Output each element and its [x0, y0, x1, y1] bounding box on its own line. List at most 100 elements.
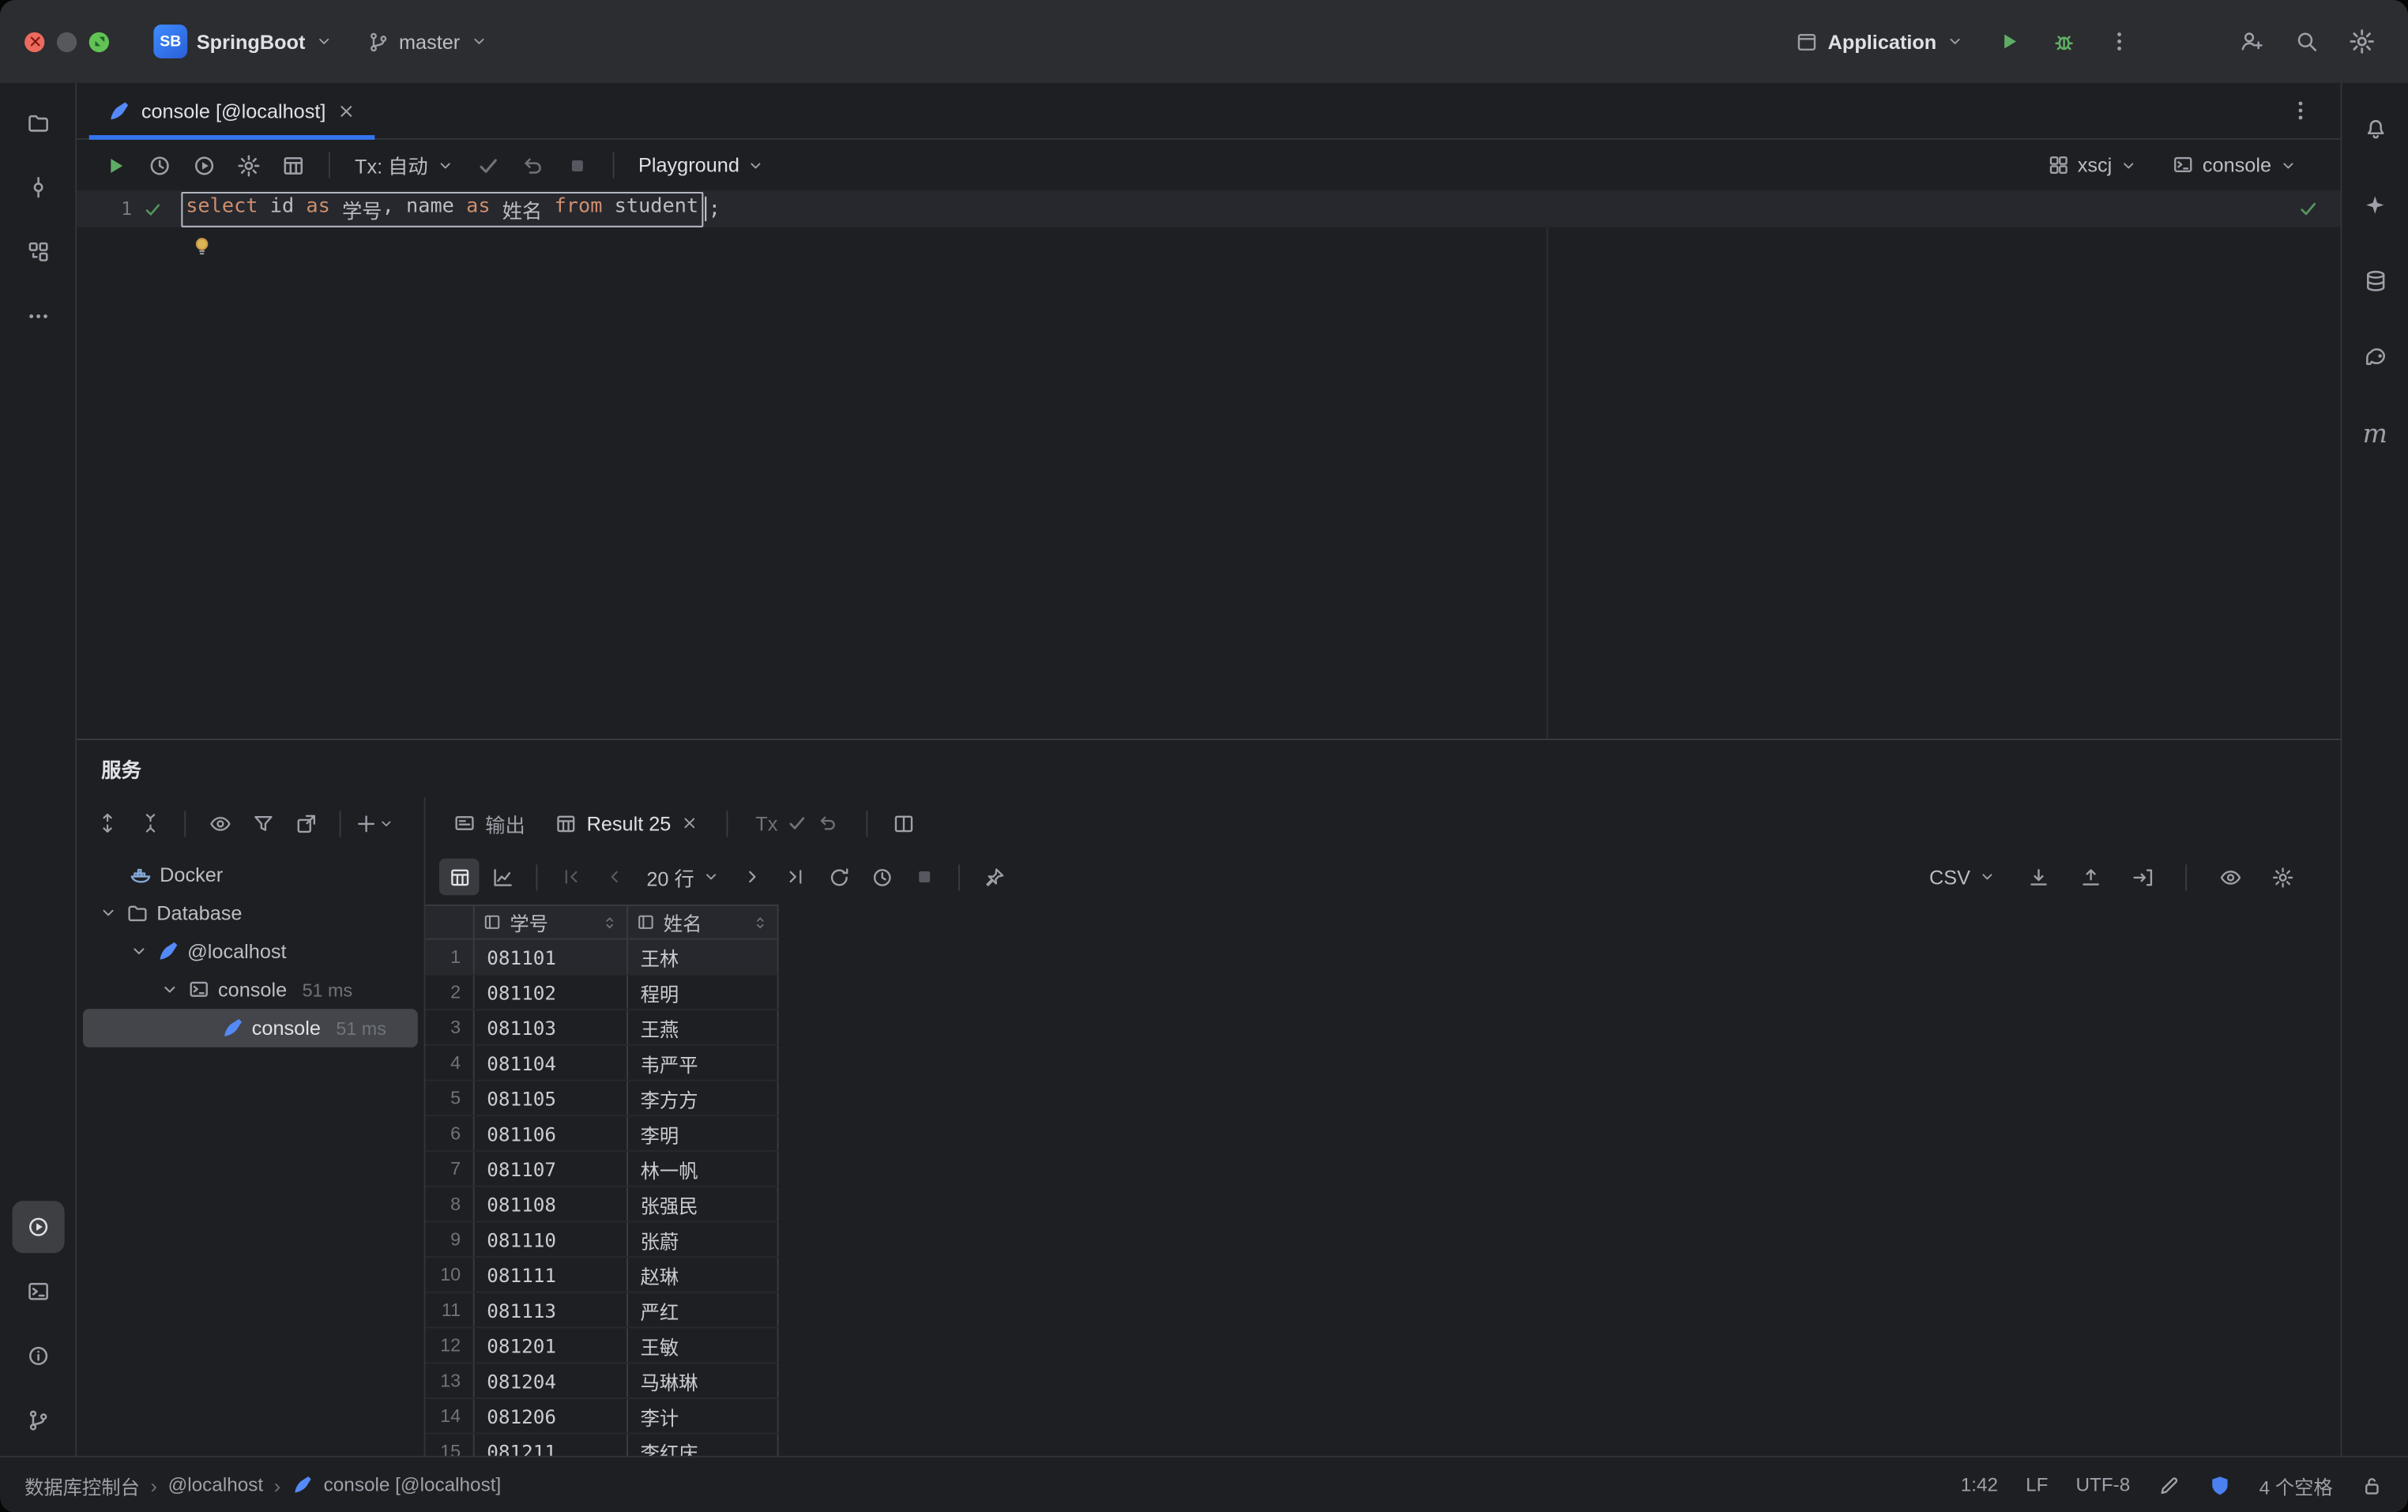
window-close-button[interactable] — [24, 32, 44, 51]
next-page-button[interactable] — [732, 859, 773, 896]
close-icon[interactable] — [337, 100, 356, 120]
problems-tool-button[interactable] — [12, 1330, 64, 1382]
session-selector[interactable]: console — [2162, 149, 2306, 182]
result-row[interactable]: 14081206李计 — [425, 1399, 778, 1435]
sort-icon[interactable] — [751, 913, 769, 931]
services-panel-header[interactable]: 服务 — [77, 740, 2340, 797]
collapse-all-button[interactable] — [130, 805, 171, 842]
result-row[interactable]: 8081108张强民 — [425, 1187, 778, 1223]
tab-result[interactable]: Result 25 — [542, 806, 711, 841]
search-everywhere-button[interactable] — [2286, 20, 2328, 62]
project-selector[interactable]: SB SpringBoot — [143, 18, 344, 64]
debug-button[interactable] — [2042, 20, 2085, 62]
structure-tool-button[interactable] — [12, 226, 64, 278]
inspections-ok-icon[interactable] — [2297, 198, 2319, 220]
commit-tx-button[interactable] — [468, 147, 508, 184]
code-with-me-button[interactable] — [2230, 20, 2273, 62]
cell-student-name[interactable]: 王燕 — [628, 1010, 779, 1044]
first-page-button[interactable] — [551, 859, 592, 896]
code-line-1[interactable]: 1 select id as 学号, name as 姓名 from stude… — [77, 190, 2340, 228]
database-tool-button[interactable] — [2349, 255, 2401, 307]
caret-position-widget[interactable]: 1:42 — [1961, 1474, 1998, 1495]
stop-query-button[interactable] — [905, 859, 945, 896]
tree-item-console[interactable]: console51 ms — [83, 1009, 418, 1047]
protection-status-widget[interactable] — [2208, 1473, 2231, 1496]
grid-settings-button[interactable] — [2262, 859, 2302, 896]
cell-student-name[interactable]: 严红 — [628, 1293, 779, 1327]
close-icon[interactable] — [680, 814, 698, 832]
more-tools-button[interactable] — [12, 290, 64, 342]
maven-tool-button[interactable]: m — [2349, 408, 2401, 461]
auto-refresh-button[interactable] — [862, 859, 902, 896]
cell-student-name[interactable]: 王敏 — [628, 1328, 779, 1362]
cell-student-id[interactable]: 081104 — [475, 1046, 628, 1080]
commit-check-icon[interactable] — [787, 812, 808, 833]
project-tool-button[interactable] — [12, 96, 64, 149]
result-row[interactable]: 12081201王敏 — [425, 1328, 778, 1363]
breadcrumb-item[interactable]: 数据库控制台 — [24, 1470, 140, 1499]
pin-tab-button[interactable] — [974, 859, 1014, 896]
chevron-down-icon[interactable] — [98, 903, 118, 923]
tree-item-database[interactable]: Database — [83, 893, 418, 932]
cell-student-id[interactable]: 081101 — [475, 940, 628, 974]
tx-mode-selector[interactable]: Tx: 自动 — [345, 146, 463, 185]
open-in-new-tab-button[interactable] — [286, 805, 326, 842]
terminal-tool-button[interactable] — [12, 1266, 64, 1318]
stop-button[interactable] — [557, 147, 597, 184]
rollback-icon[interactable] — [818, 812, 839, 833]
playground-selector[interactable]: Playground — [629, 149, 774, 182]
tree-item-docker[interactable]: Docker — [83, 856, 418, 894]
result-row[interactable]: 1081101王林 — [425, 940, 778, 976]
branch-selector[interactable]: master — [356, 24, 499, 59]
cell-student-name[interactable]: 李方方 — [628, 1081, 779, 1115]
version-control-tool-button[interactable] — [12, 1394, 64, 1446]
cell-student-id[interactable]: 081204 — [475, 1363, 628, 1397]
execute-in-console-button[interactable] — [184, 147, 224, 184]
chevron-down-icon[interactable] — [160, 980, 179, 999]
run-button[interactable] — [1987, 20, 2030, 62]
column-header-student-id[interactable]: 学号 — [475, 906, 628, 938]
file-writable-widget[interactable] — [2361, 1473, 2384, 1496]
expand-all-button[interactable] — [88, 805, 128, 842]
split-layout-button[interactable] — [884, 805, 924, 842]
cell-student-name[interactable]: 王林 — [628, 940, 779, 974]
gradle-tool-button[interactable] — [2349, 332, 2401, 384]
grid-view-options-button[interactable] — [2210, 859, 2250, 896]
cell-student-name[interactable]: 李明 — [628, 1116, 779, 1150]
tree-item-console[interactable]: console51 ms — [83, 971, 418, 1010]
table-view-button[interactable] — [439, 859, 480, 896]
result-row[interactable]: 4081104韦严平 — [425, 1046, 778, 1081]
encoding-widget[interactable]: UTF-8 — [2075, 1474, 2130, 1495]
commit-tool-button[interactable] — [12, 161, 64, 213]
settings-button[interactable] — [2341, 20, 2384, 62]
tree-item-@localhost[interactable]: @localhost — [83, 932, 418, 971]
browse-data-button[interactable] — [273, 147, 314, 184]
editor-tab-options-button[interactable] — [2279, 89, 2322, 132]
sql-statement[interactable]: select id as 学号, name as 姓名 from student… — [181, 191, 721, 227]
filter-button[interactable] — [243, 805, 283, 842]
window-zoom-button[interactable] — [89, 32, 109, 51]
breadcrumb-item[interactable]: @localhost — [168, 1474, 264, 1495]
add-service-button[interactable] — [355, 805, 395, 842]
rollback-tx-button[interactable] — [513, 147, 553, 184]
cell-student-name[interactable]: 马琳琳 — [628, 1363, 779, 1397]
cell-student-name[interactable]: 赵琳 — [628, 1258, 779, 1292]
sql-editor[interactable]: 1 select id as 学号, name as 姓名 from stude… — [77, 190, 2340, 739]
result-row[interactable]: 13081204马琳琳 — [425, 1363, 778, 1399]
page-size-selector[interactable]: 20 行 — [638, 858, 730, 897]
previous-page-button[interactable] — [594, 859, 634, 896]
more-actions-button[interactable] — [2098, 20, 2140, 62]
result-row[interactable]: 9081110张蔚 — [425, 1222, 778, 1258]
result-row[interactable]: 11081113严红 — [425, 1293, 778, 1329]
execute-button[interactable] — [96, 147, 136, 184]
line-separator-widget[interactable]: LF — [2026, 1474, 2048, 1495]
cell-student-name[interactable]: 李计 — [628, 1399, 779, 1433]
cell-student-name[interactable]: 程明 — [628, 975, 779, 1009]
result-row[interactable]: 15081211李红庆 — [425, 1435, 778, 1456]
cell-student-id[interactable]: 081113 — [475, 1293, 628, 1327]
import-button[interactable] — [2018, 859, 2058, 896]
cell-student-id[interactable]: 081110 — [475, 1222, 628, 1256]
schema-selector[interactable]: xscj — [2037, 149, 2147, 182]
column-header-student-name[interactable]: 姓名 — [628, 906, 779, 938]
sort-icon[interactable] — [600, 913, 619, 931]
